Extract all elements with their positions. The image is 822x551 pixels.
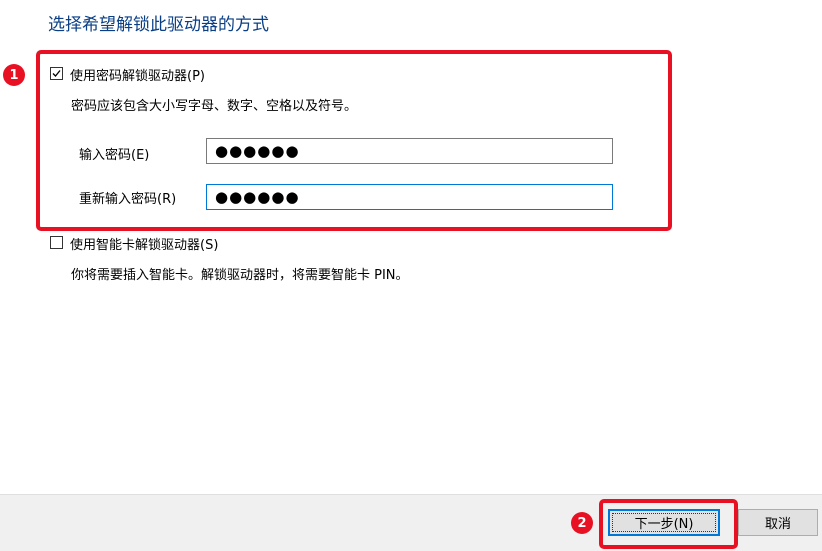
smartcard-hint-text: 你将需要插入智能卡。解锁驱动器时，将需要智能卡 PIN。 [71,268,409,283]
highlight-box-next-button [599,499,738,549]
cancel-button-label: 取消 [764,517,791,532]
checkmark-icon [52,70,61,77]
password-checkbox-label[interactable]: 使用密码解锁驱动器(P) [70,65,205,84]
page-title: 选择希望解锁此驱动器的方式 [48,15,269,35]
password-checkbox[interactable] [50,67,63,80]
bitlocker-unlock-method-page: 选择希望解锁此驱动器的方式 1 使用密码解锁驱动器(P) 密码应该包含大小写字母… [0,0,822,551]
cancel-button[interactable]: 取消 [738,509,818,536]
enter-password-label: 输入密码(E) [79,148,150,163]
reenter-password-input[interactable]: ●●●●●● [206,184,613,210]
smartcard-checkbox[interactable] [50,236,63,249]
enter-password-input[interactable]: ●●●●●● [206,138,613,164]
reenter-password-label: 重新输入密码(R) [79,192,177,207]
step-1-badge: 1 [3,64,25,86]
smartcard-checkbox-label[interactable]: 使用智能卡解锁驱动器(S) [70,234,218,253]
password-hint-text: 密码应该包含大小写字母、数字、空格以及符号。 [71,99,358,114]
step-2-badge: 2 [571,512,593,534]
